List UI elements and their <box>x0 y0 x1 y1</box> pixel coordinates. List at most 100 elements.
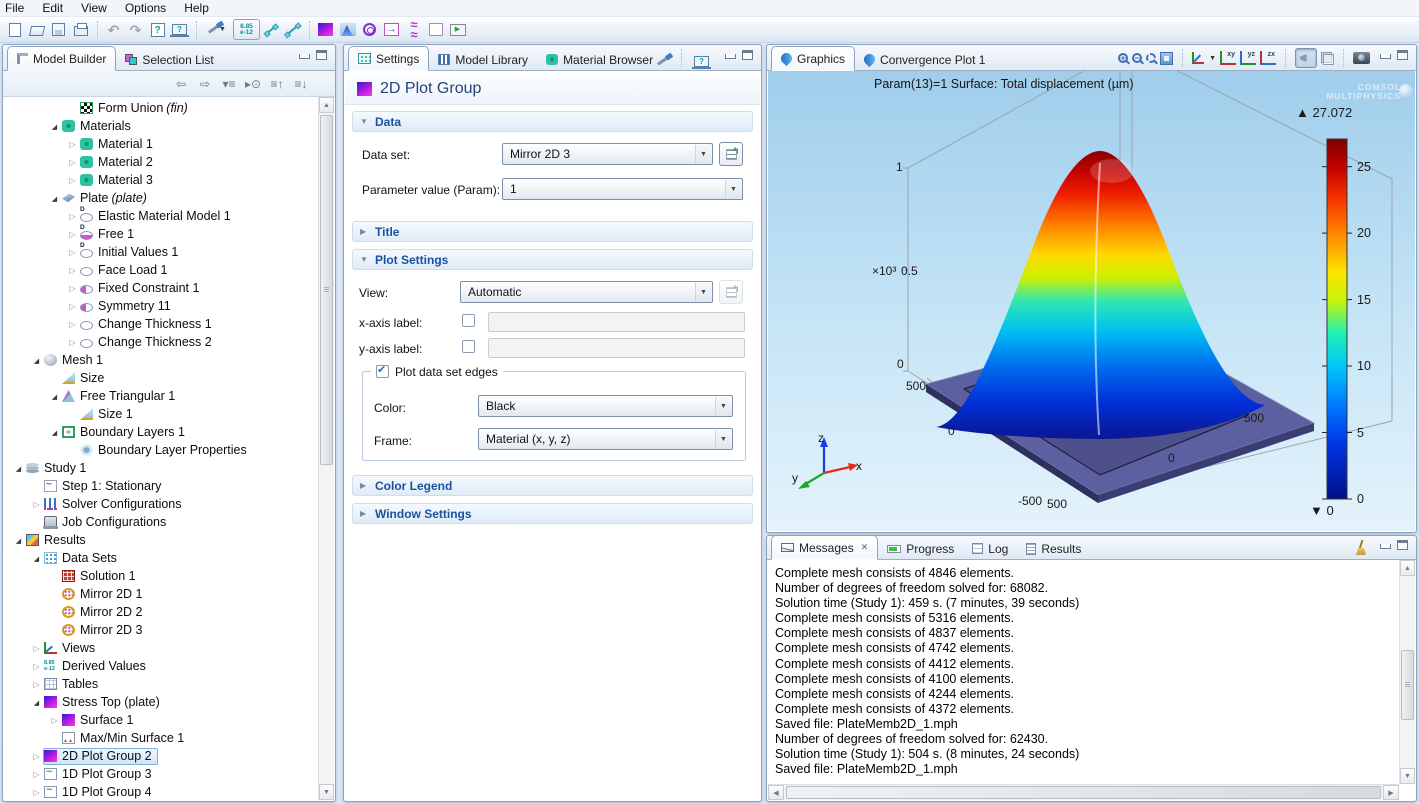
blank-plot-button[interactable] <box>425 20 446 40</box>
view-zx-icon[interactable]: zx <box>1260 51 1276 65</box>
tree-item[interactable]: Face Load 1 <box>4 261 318 279</box>
tab-convergence-plot[interactable]: Convergence Plot 1 <box>855 49 994 70</box>
menu-item-file[interactable]: File <box>0 0 33 17</box>
tree-item[interactable]: Surface 1 <box>4 711 318 729</box>
menu-item-options[interactable]: Options <box>116 0 175 17</box>
tab-material-browser[interactable]: Material Browser <box>537 49 662 70</box>
maximize-icon[interactable] <box>1397 50 1408 60</box>
tree-item[interactable]: Free Triangular 1 <box>4 387 318 405</box>
frame-select[interactable]: Material (x, y, z) ▼ <box>478 428 733 450</box>
graphics-canvas[interactable]: Param(13)=1 Surface: Total displacement … <box>768 71 1415 531</box>
clear-messages-icon[interactable] <box>1354 541 1368 555</box>
tree-item[interactable]: 2D Plot Group 2 <box>4 747 318 765</box>
tree-expander-icon[interactable] <box>66 230 79 239</box>
tree-expander-icon[interactable] <box>30 698 43 707</box>
documentation-button[interactable]: ? <box>169 20 190 40</box>
tree-expander-icon[interactable] <box>30 356 43 365</box>
snapshot-icon[interactable] <box>1353 52 1370 64</box>
tree-item[interactable]: Results <box>4 531 318 549</box>
minimize-icon[interactable] <box>1380 544 1391 549</box>
tab-messages[interactable]: Messages ✕ <box>771 535 878 560</box>
section-color-legend[interactable]: ▶ Color Legend <box>352 475 753 496</box>
tree-item[interactable]: Mirror 2D 3 <box>4 621 318 639</box>
tree-item[interactable]: Mirror 2D 2 <box>4 603 318 621</box>
tree-item[interactable]: Solver Configurations <box>4 495 318 513</box>
tree-expander-icon[interactable] <box>12 464 25 473</box>
tree-item[interactable]: Size 1 <box>4 405 318 423</box>
section-data[interactable]: ▼ Data <box>352 111 753 132</box>
plot-data-set-edges-checkbox[interactable] <box>376 365 389 378</box>
tab-log[interactable]: Log <box>963 538 1017 559</box>
show-options-icon[interactable]: ▸⊙ <box>245 77 261 91</box>
arrow-plot-button[interactable]: → <box>381 20 402 40</box>
tab-settings[interactable]: Settings <box>348 46 429 71</box>
tree-item[interactable]: Elastic Material Model 1 <box>4 207 318 225</box>
tab-progress[interactable]: Progress <box>878 538 963 559</box>
back-arrow-icon[interactable]: ⇦ <box>173 77 189 91</box>
minimize-icon[interactable] <box>725 54 736 59</box>
physical-constants-button[interactable]: 8.85 e-12 <box>233 19 260 40</box>
tree-item[interactable]: Derived Values <box>4 657 318 675</box>
save-button[interactable] <box>48 20 69 40</box>
tree-expander-icon[interactable] <box>66 140 79 149</box>
tree-expander-icon[interactable] <box>48 716 61 725</box>
tab-results[interactable]: Results <box>1017 538 1090 559</box>
tree-item[interactable]: Fixed Constraint 1 <box>4 279 318 297</box>
view-yz-icon[interactable]: yz <box>1240 51 1256 65</box>
measure-distance-button[interactable] <box>282 20 303 40</box>
menu-item-edit[interactable]: Edit <box>33 0 72 17</box>
maximize-icon[interactable] <box>316 50 327 60</box>
section-plot-settings[interactable]: ▼ Plot Settings <box>352 249 753 270</box>
tree-item[interactable]: 1D Plot Group 4 <box>4 783 318 800</box>
tree-expander-icon[interactable] <box>30 752 43 761</box>
scroll-down-button[interactable]: ▼ <box>319 784 334 800</box>
plot-3d-button[interactable] <box>337 20 358 40</box>
tree-item[interactable]: Material 1 <box>4 135 318 153</box>
scrollbar-thumb[interactable] <box>320 115 333 465</box>
tree-item[interactable]: Tables <box>4 675 318 693</box>
tree-item[interactable]: Study 1 <box>4 459 318 477</box>
tree-expander-icon[interactable] <box>66 302 79 311</box>
edge-color-select[interactable]: Black ▼ <box>478 395 733 417</box>
move-down-icon[interactable]: ≡↓ <box>293 77 309 91</box>
view-select[interactable]: Automatic ▼ <box>460 281 713 303</box>
parameter-value-select[interactable]: 1 ▼ <box>502 178 743 200</box>
zoom-in-icon[interactable]: + <box>1118 53 1128 63</box>
tree-item[interactable]: Form Union (fin) <box>4 99 318 117</box>
scroll-up-button[interactable]: ▲ <box>319 97 334 113</box>
scroll-up-button[interactable]: ▲ <box>1400 560 1415 576</box>
tree-item[interactable]: Data Sets <box>4 549 318 567</box>
tree-item[interactable]: Mirror 2D 1 <box>4 585 318 603</box>
tab-model-library[interactable]: Model Library <box>429 49 537 70</box>
default-view-icon[interactable] <box>1192 52 1204 64</box>
tree-item[interactable]: 1D Plot Group 3 <box>4 765 318 783</box>
scroll-down-button[interactable]: ▼ <box>1400 768 1415 784</box>
maximize-icon[interactable] <box>742 50 753 60</box>
tree-expander-icon[interactable] <box>30 680 43 689</box>
tree-item[interactable]: Change Thickness 1 <box>4 315 318 333</box>
scene-light-toggle[interactable] <box>1295 48 1317 68</box>
transparency-icon[interactable] <box>1321 52 1334 65</box>
tree-expander-icon[interactable] <box>66 158 79 167</box>
paint-settings-button[interactable] <box>651 51 672 71</box>
zoom-extents-icon[interactable] <box>1160 52 1173 65</box>
tree-item[interactable]: Stress Top (plate) <box>4 693 318 711</box>
minimize-icon[interactable] <box>1380 54 1391 59</box>
collapse-all-icon[interactable]: ▾≡ <box>221 77 237 91</box>
view-xy-icon[interactable]: xy <box>1220 51 1236 65</box>
tree-item[interactable]: Change Thickness 2 <box>4 333 318 351</box>
tree-expander-icon[interactable] <box>30 554 43 563</box>
tab-graphics[interactable]: Graphics <box>771 46 855 71</box>
tree-item[interactable]: Step 1: Stationary <box>4 477 318 495</box>
chevron-down-icon[interactable]: ▼ <box>1209 55 1216 62</box>
menu-item-help[interactable]: Help <box>175 0 218 17</box>
dynamic-help-button[interactable]: ? <box>691 51 712 71</box>
tree-expander-icon[interactable] <box>66 176 79 185</box>
tree-expander-icon[interactable] <box>48 122 61 131</box>
tree-item[interactable]: Boundary Layers 1 <box>4 423 318 441</box>
section-title-collapsed[interactable]: ▶ Title <box>352 221 753 242</box>
measure-line-button[interactable] <box>260 20 281 40</box>
plot-2d-button[interactable] <box>315 20 336 40</box>
tree-item[interactable]: Solution 1 <box>4 567 318 585</box>
tree-expander-icon[interactable] <box>12 536 25 545</box>
